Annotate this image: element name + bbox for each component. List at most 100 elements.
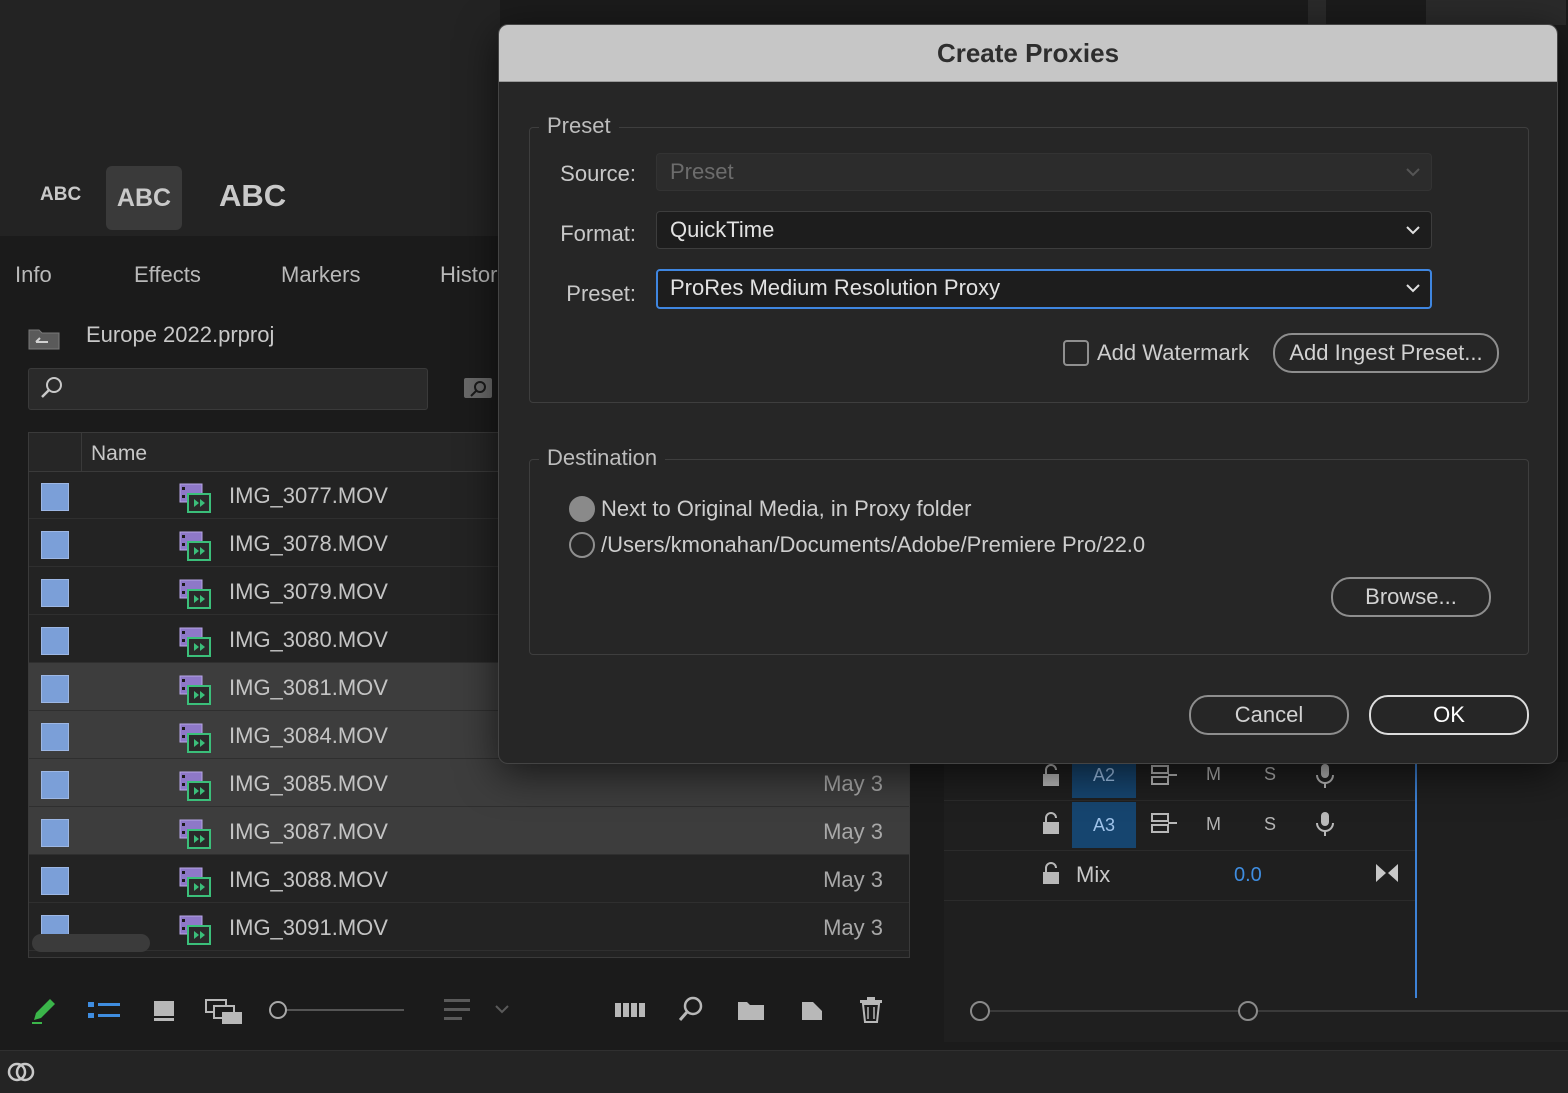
add-watermark-checkbox[interactable] (1063, 340, 1089, 366)
status-bar (0, 1050, 1568, 1093)
project-title: Europe 2022.prproj (86, 322, 275, 347)
find-icon[interactable] (676, 994, 706, 1026)
chevron-down-icon (1406, 226, 1420, 235)
title-style-panel: ABC ABC ABC (0, 0, 500, 236)
sync-lock-icon[interactable] (1150, 764, 1178, 786)
list-item[interactable]: IMG_3087.MOV May 3 (29, 807, 909, 855)
clip-name: IMG_3080.MOV (229, 627, 388, 652)
scroll-handle-right[interactable] (1238, 1001, 1258, 1021)
dialog-title: Create Proxies (936, 38, 1120, 68)
abc-small-preset[interactable]: ABC (40, 184, 81, 206)
find-in-bin-icon[interactable] (462, 374, 494, 402)
dest-next-to-original-label[interactable]: Next to Original Media, in Proxy folder (601, 496, 972, 522)
label-color-swatch[interactable] (41, 771, 69, 799)
video-clip-icon (179, 819, 211, 849)
new-item-icon[interactable] (798, 994, 826, 1026)
video-clip-icon (179, 531, 211, 561)
clip-date: May 3 (823, 915, 883, 940)
label-color-swatch[interactable] (41, 723, 69, 751)
dest-custom-path-radio[interactable] (569, 532, 595, 558)
column-name-header[interactable]: Name (91, 442, 147, 466)
microphone-icon[interactable] (1314, 810, 1336, 838)
mix-pan-icon[interactable] (1374, 862, 1400, 884)
tab-history[interactable]: Histor (440, 262, 497, 288)
pencil-icon[interactable] (28, 994, 60, 1026)
clip-name: IMG_3078.MOV (229, 531, 388, 556)
add-watermark-label[interactable]: Add Watermark (1097, 340, 1249, 366)
abc-medium-preset[interactable]: ABC (106, 166, 182, 230)
label-color-swatch[interactable] (41, 531, 69, 559)
clip-date: May 3 (823, 867, 883, 892)
cancel-button[interactable]: Cancel (1189, 695, 1349, 735)
mix-volume-value[interactable]: 0.0 (1234, 864, 1262, 887)
preset-label: Preset: (566, 281, 636, 306)
tab-effects[interactable]: Effects (134, 262, 201, 288)
list-view-icon[interactable] (86, 994, 122, 1026)
source-value: Preset (670, 159, 734, 184)
timeline-zoom-scrollbar[interactable] (970, 1010, 1568, 1012)
label-color-swatch[interactable] (41, 627, 69, 655)
clip-name: IMG_3087.MOV (229, 819, 388, 844)
microphone-icon[interactable] (1314, 762, 1336, 790)
clip-name: IMG_3081.MOV (229, 675, 388, 700)
horizontal-scrollbar[interactable] (32, 934, 150, 952)
clip-name: IMG_3077.MOV (229, 483, 388, 508)
format-dropdown[interactable]: QuickTime (656, 211, 1432, 249)
add-ingest-preset-button[interactable]: Add Ingest Preset... (1273, 333, 1499, 373)
list-item[interactable]: IMG_3088.MOV May 3 (29, 855, 909, 903)
tab-info[interactable]: Info (15, 262, 52, 288)
dest-custom-path-label[interactable]: /Users/kmonahan/Documents/Adobe/Premiere… (601, 532, 1145, 558)
zoom-slider[interactable] (266, 994, 406, 1026)
playhead[interactable] (1415, 762, 1417, 998)
lock-icon[interactable] (1040, 764, 1062, 788)
panel-fragment (1426, 0, 1566, 25)
track-name-a3[interactable]: A3 (1072, 802, 1136, 848)
label-color-swatch[interactable] (41, 867, 69, 895)
clip-name: IMG_3079.MOV (229, 579, 388, 604)
new-bin-icon[interactable] (736, 994, 766, 1026)
video-clip-icon (179, 627, 211, 657)
label-color-swatch[interactable] (41, 819, 69, 847)
browse-button[interactable]: Browse... (1331, 577, 1491, 617)
icon-view-icon[interactable] (150, 994, 178, 1026)
clip-name: IMG_3085.MOV (229, 771, 388, 796)
panel-fragment (1308, 0, 1326, 25)
track-a3: A3 M S (944, 800, 1416, 851)
label-color-swatch[interactable] (41, 483, 69, 511)
preset-value: ProRes Medium Resolution Proxy (670, 275, 1001, 300)
source-label: Source: (560, 161, 636, 186)
clip-date: May 3 (823, 771, 883, 796)
tab-markers[interactable]: Markers (281, 262, 360, 288)
preset-dropdown[interactable]: ProRes Medium Resolution Proxy (656, 269, 1432, 309)
sort-icons-icon[interactable] (440, 994, 516, 1026)
project-search-input[interactable] (28, 368, 428, 410)
video-clip-icon (179, 483, 211, 513)
solo-button[interactable]: S (1264, 814, 1276, 835)
list-item[interactable]: IMG_3091.MOV May 3 (29, 903, 909, 951)
mute-button[interactable]: M (1206, 814, 1221, 835)
label-color-swatch[interactable] (41, 579, 69, 607)
dest-next-to-original-radio[interactable] (569, 496, 595, 522)
delete-icon[interactable] (858, 994, 884, 1026)
creative-cloud-icon[interactable] (6, 1059, 36, 1085)
ok-button[interactable]: OK (1369, 695, 1529, 735)
abc-large-preset[interactable]: ABC (219, 178, 286, 214)
automate-to-sequence-icon[interactable] (612, 994, 648, 1026)
create-proxies-dialog: Create Proxies Preset Source: Preset For… (498, 24, 1558, 764)
lock-icon[interactable] (1040, 862, 1062, 886)
clip-name: IMG_3088.MOV (229, 867, 388, 892)
video-clip-icon (179, 771, 211, 801)
project-folder-icon[interactable] (28, 326, 60, 350)
video-clip-icon (179, 579, 211, 609)
format-label: Format: (560, 221, 636, 246)
solo-button[interactable]: S (1264, 764, 1276, 785)
search-icon (38, 374, 66, 402)
lock-icon[interactable] (1040, 812, 1062, 836)
label-color-swatch[interactable] (41, 675, 69, 703)
video-clip-icon (179, 867, 211, 897)
scroll-handle-left[interactable] (970, 1001, 990, 1021)
sync-lock-icon[interactable] (1150, 812, 1178, 834)
mute-button[interactable]: M (1206, 764, 1221, 785)
list-item[interactable]: IMG_3085.MOV May 3 (29, 759, 909, 807)
freeform-view-icon[interactable] (204, 994, 244, 1026)
